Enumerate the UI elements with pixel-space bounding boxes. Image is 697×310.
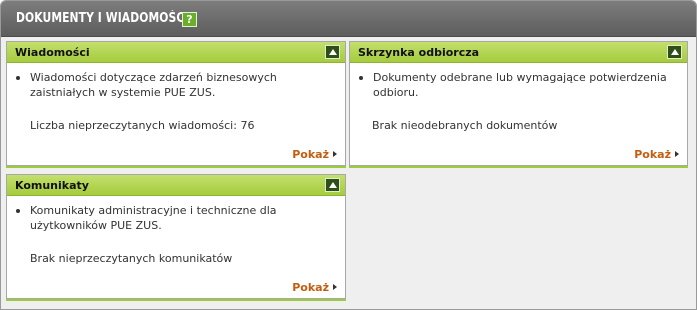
arrow-right-icon bbox=[333, 284, 337, 290]
panel-header: Wiadomości bbox=[7, 42, 345, 63]
panel-description: Wiadomości dotyczące zdarzeń biznesowych… bbox=[15, 70, 315, 100]
bullet-icon bbox=[16, 76, 20, 80]
panel-body: Wiadomości dotyczące zdarzeń biznesowych… bbox=[15, 70, 315, 100]
section-header: DOKUMENTY I WIADOMOŚCI ? bbox=[1, 1, 696, 37]
arrow-right-icon bbox=[333, 151, 337, 157]
collapse-icon[interactable] bbox=[667, 45, 682, 59]
panel-description: Komunikaty administracyjne i techniczne … bbox=[15, 203, 285, 233]
panel-title: Skrzynka odbiorcza bbox=[358, 46, 480, 59]
collapse-icon[interactable] bbox=[325, 178, 340, 192]
show-link[interactable]: Pokaż bbox=[292, 281, 337, 294]
panel-title: Komunikaty bbox=[15, 179, 89, 192]
panel-body: Komunikaty administracyjne i techniczne … bbox=[15, 203, 285, 233]
inbox-status: Brak nieodebranych dokumentów bbox=[372, 119, 558, 132]
show-link[interactable]: Pokaż bbox=[634, 148, 679, 161]
description-text: Wiadomości dotyczące zdarzeń biznesowych… bbox=[30, 71, 277, 99]
show-link-label: Pokaż bbox=[292, 148, 329, 161]
panel-title: Wiadomości bbox=[15, 46, 90, 59]
show-link-label: Pokaż bbox=[292, 281, 329, 294]
panel-header: Komunikaty bbox=[7, 175, 345, 196]
bullet-icon bbox=[359, 76, 363, 80]
description-text: Komunikaty administracyjne i techniczne … bbox=[30, 204, 277, 232]
help-icon[interactable]: ? bbox=[182, 12, 197, 27]
description-text: Dokumenty odebrane lub wymagające potwie… bbox=[373, 71, 667, 99]
panel-messages: Wiadomości Wiadomości dotyczące zdarzeń … bbox=[6, 41, 346, 166]
unread-count-status: Liczba nieprzeczytanych wiadomości: 76 bbox=[30, 119, 255, 132]
documents-messages-container: DOKUMENTY I WIADOMOŚCI ? Wiadomości Wiad… bbox=[0, 0, 697, 310]
panel-header: Skrzynka odbiorcza bbox=[350, 42, 687, 63]
section-title: DOKUMENTY I WIADOMOŚCI bbox=[16, 11, 189, 26]
panel-description: Dokumenty odebrane lub wymagające potwie… bbox=[358, 70, 676, 100]
panel-announcements: Komunikaty Komunikaty administracyjne i … bbox=[6, 174, 346, 299]
show-link[interactable]: Pokaż bbox=[292, 148, 337, 161]
panel-inbox: Skrzynka odbiorcza Dokumenty odebrane lu… bbox=[349, 41, 688, 166]
collapse-icon[interactable] bbox=[325, 45, 340, 59]
announcements-status: Brak nieprzeczytanych komunikatów bbox=[30, 252, 233, 265]
bullet-icon bbox=[16, 209, 20, 213]
arrow-right-icon bbox=[675, 151, 679, 157]
panel-body: Dokumenty odebrane lub wymagające potwie… bbox=[358, 70, 676, 100]
show-link-label: Pokaż bbox=[634, 148, 671, 161]
